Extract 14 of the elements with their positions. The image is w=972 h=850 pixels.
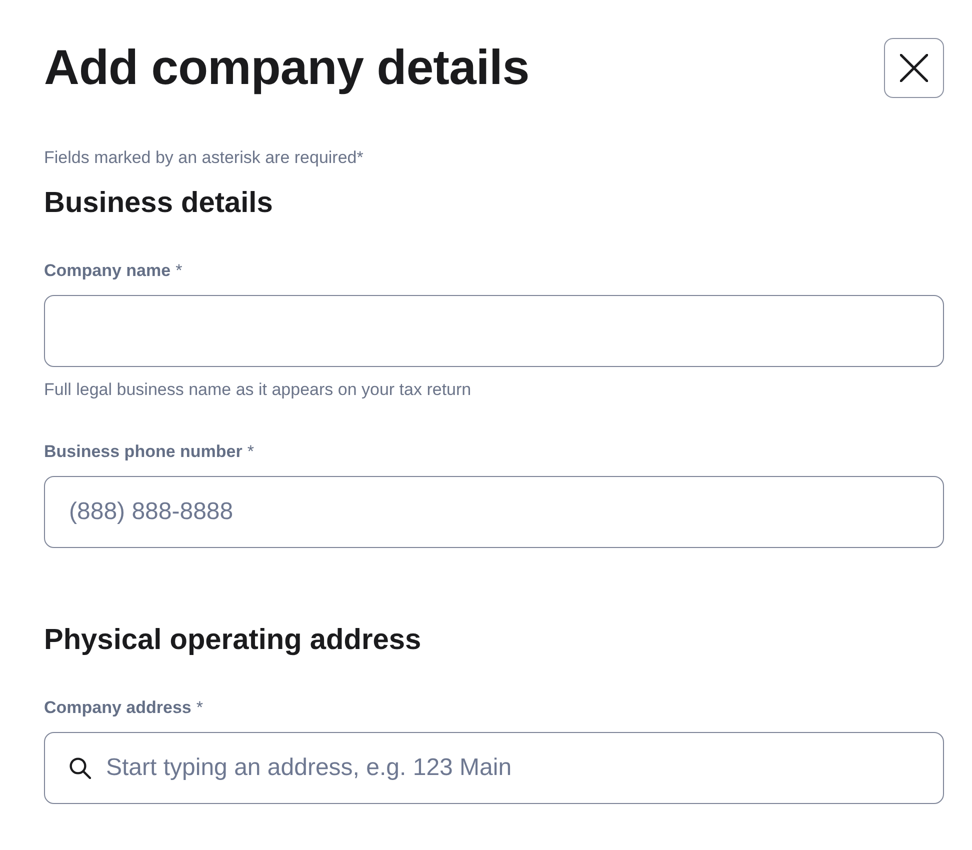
search-icon [69,757,91,779]
required-note: Fields marked by an asterisk are required* [44,147,364,169]
address-search-field[interactable]: Start typing an address, e.g. 123 Main [44,732,944,804]
page-title: Add company details [44,40,530,97]
field-hint: Full legal business name as it appears on your tax return [44,379,472,401]
close-icon [900,54,928,82]
input-field[interactable] [44,295,944,367]
section-heading: Business details [44,186,274,221]
input-field[interactable]: (888) 888-8888 [44,476,944,548]
field-label: Company name * [44,260,184,282]
section-heading: Physical operating address [44,623,422,658]
field-label: Business phone number * [44,441,255,463]
field-label: Company address * [44,697,204,719]
close-button[interactable] [884,38,944,98]
